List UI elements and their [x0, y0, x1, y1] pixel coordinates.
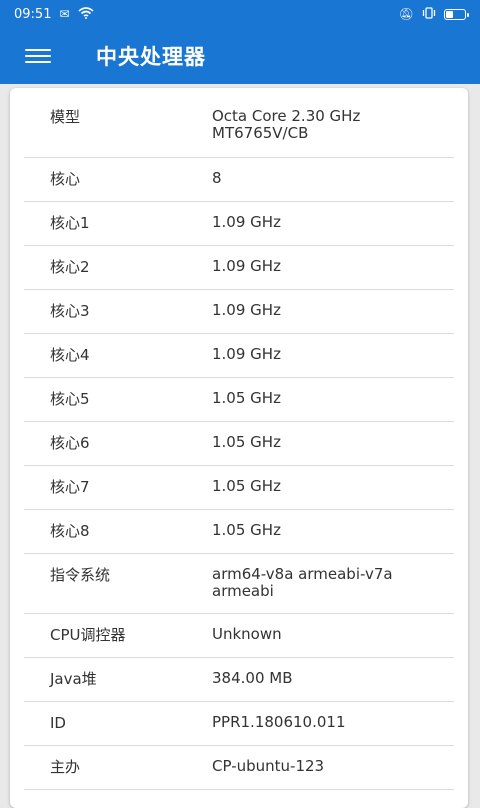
row-label: CPU调控器: [50, 626, 126, 644]
row-value: 1.05 GHz: [212, 433, 281, 451]
info-row-cpu-governor: CPU调控器 Unknown: [24, 614, 454, 658]
info-row-model: 模型 Octa Core 2.30 GHz MT6765V/CB: [24, 88, 454, 158]
row-label: ID: [50, 714, 66, 732]
row-label: 模型: [50, 108, 81, 126]
info-row-cores: 核心 8: [24, 158, 454, 202]
row-label: 指令系统: [50, 566, 111, 584]
row-label: 核心6: [50, 434, 90, 452]
info-row-core3: 核心3 1.09 GHz: [24, 290, 454, 334]
row-value: Octa Core 2.30 GHz MT6765V/CB: [212, 107, 361, 142]
row-value: 8: [212, 169, 222, 187]
wifi-icon: [78, 7, 94, 21]
info-row-java-heap: Java堆 384.00 MB: [24, 658, 454, 702]
info-row-core6: 核心6 1.05 GHz: [24, 422, 454, 466]
row-label: 核心5: [50, 390, 90, 408]
info-row-core1: 核心1 1.09 GHz: [24, 202, 454, 246]
row-value: 1.05 GHz: [212, 389, 281, 407]
row-value: 1.09 GHz: [212, 257, 281, 275]
row-label: 核心4: [50, 346, 90, 364]
hamburger-menu-icon[interactable]: [25, 47, 51, 65]
info-row-core7: 核心7 1.05 GHz: [24, 466, 454, 510]
menu-button[interactable]: [14, 32, 62, 80]
row-label: 核心7: [50, 478, 90, 496]
info-row-host: 主办 CP-ubuntu-123: [24, 746, 454, 790]
row-value: 384.00 MB: [212, 669, 293, 687]
info-row-core2: 核心2 1.09 GHz: [24, 246, 454, 290]
info-row-core4: 核心4 1.09 GHz: [24, 334, 454, 378]
row-label: 核心: [50, 170, 81, 188]
row-label: 核心8: [50, 522, 90, 540]
row-value: CP-ubuntu-123: [212, 757, 325, 775]
battery-icon: [444, 8, 469, 20]
notification-icon: ✉: [59, 7, 70, 21]
status-right: 🔕︎: [398, 7, 469, 21]
row-label: 主办: [50, 758, 81, 776]
row-value: Unknown: [212, 625, 282, 643]
row-value: 1.05 GHz: [212, 477, 281, 495]
row-value: arm64-v8a armeabi-v7a armeabi: [212, 565, 393, 600]
status-time: 09:51: [14, 6, 52, 22]
row-label: Java堆: [50, 670, 97, 688]
cpu-info-card: 模型 Octa Core 2.30 GHz MT6765V/CB 核心 8 核心…: [10, 88, 468, 808]
row-value: 1.09 GHz: [212, 345, 281, 363]
row-value: 1.09 GHz: [212, 213, 281, 231]
status-bar: 09:51 ✉ 🔕︎: [0, 0, 480, 28]
vibrate-icon: [422, 7, 436, 21]
mute-icon: 🔕︎: [398, 7, 414, 21]
row-label: 核心1: [50, 214, 90, 232]
row-value: 1.09 GHz: [212, 301, 281, 319]
row-value: 1.05 GHz: [212, 521, 281, 539]
info-row-core8: 核心8 1.05 GHz: [24, 510, 454, 554]
row-label: 核心2: [50, 258, 90, 276]
page-title: 中央处理器: [96, 45, 206, 69]
info-row-instruction-set: 指令系统 arm64-v8a armeabi-v7a armeabi: [24, 554, 454, 614]
info-row-id: ID PPR1.180610.011: [24, 702, 454, 746]
status-left: 09:51 ✉: [14, 7, 94, 22]
row-label: 核心3: [50, 302, 90, 320]
info-row-core5: 核心5 1.05 GHz: [24, 378, 454, 422]
row-value: PPR1.180610.011: [212, 713, 346, 731]
app-bar: 中央处理器: [0, 28, 480, 84]
